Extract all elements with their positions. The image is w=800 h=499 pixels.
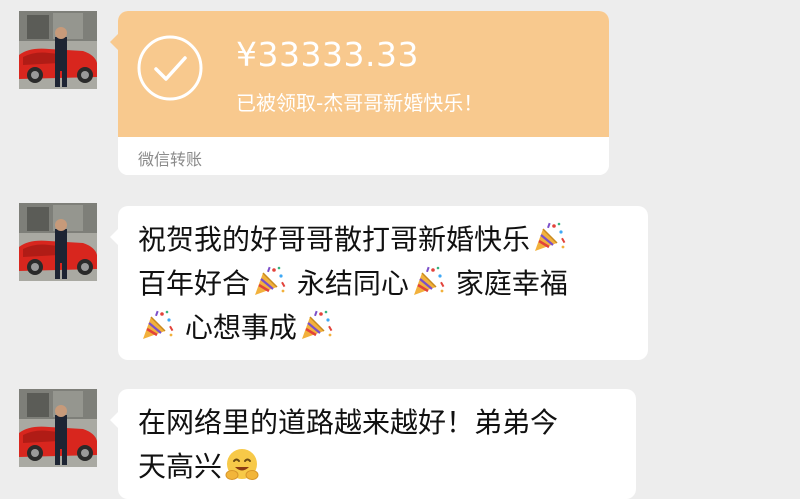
message-text: 永结同心 xyxy=(296,267,409,300)
transfer-card-top: ¥33333.33 已被领取-杰哥哥新婚快乐！ xyxy=(118,11,609,137)
message-text: 心想事成 xyxy=(184,311,297,344)
transfer-bubble-tail xyxy=(110,33,119,51)
message-line: 祝贺我的好哥哥散打哥新婚快乐 xyxy=(138,218,568,262)
transfer-status: 已被领取-杰哥哥新婚快乐！ xyxy=(236,91,484,115)
message-text: 百年好合 xyxy=(138,267,251,300)
transfer-footer-label: 微信转账 xyxy=(138,150,203,169)
message-line: 在网络里的道路越来越好！弟弟今 xyxy=(138,401,558,445)
message-bubble-tail xyxy=(110,228,119,246)
message-bubble-tail xyxy=(110,411,119,429)
party-popper-icon xyxy=(532,220,566,254)
message-line: 心想事成 xyxy=(138,306,568,350)
check-circle-icon xyxy=(137,35,203,101)
party-popper-icon xyxy=(252,264,286,298)
message-bubble[interactable]: 祝贺我的好哥哥散打哥新婚快乐 百年好合 永结同心 家庭幸福 心想事成 xyxy=(118,206,648,360)
message-line: 天高兴 xyxy=(138,445,558,489)
party-popper-icon xyxy=(299,308,333,342)
message-text: 家庭幸福 xyxy=(455,267,568,300)
message-text: 天高兴 xyxy=(138,450,223,483)
transfer-card-footer: 微信转账 xyxy=(118,137,609,175)
message-line: 百年好合 永结同心 家庭幸福 xyxy=(138,262,568,306)
party-popper-icon xyxy=(140,308,174,342)
party-popper-icon xyxy=(411,264,445,298)
sender-avatar[interactable] xyxy=(19,11,97,89)
message-text: 祝贺我的好哥哥散打哥新婚快乐 xyxy=(138,223,531,256)
wechat-transfer-card[interactable]: ¥33333.33 已被领取-杰哥哥新婚快乐！ 微信转账 xyxy=(118,11,609,175)
message-text: 在网络里的道路越来越好！弟弟今 xyxy=(138,406,559,439)
transfer-amount: ¥33333.33 xyxy=(236,35,419,74)
sender-avatar[interactable] xyxy=(19,389,97,467)
smiling-face-icon xyxy=(224,447,260,483)
sender-avatar[interactable] xyxy=(19,203,97,281)
message-bubble[interactable]: 在网络里的道路越来越好！弟弟今 天高兴 xyxy=(118,389,636,499)
